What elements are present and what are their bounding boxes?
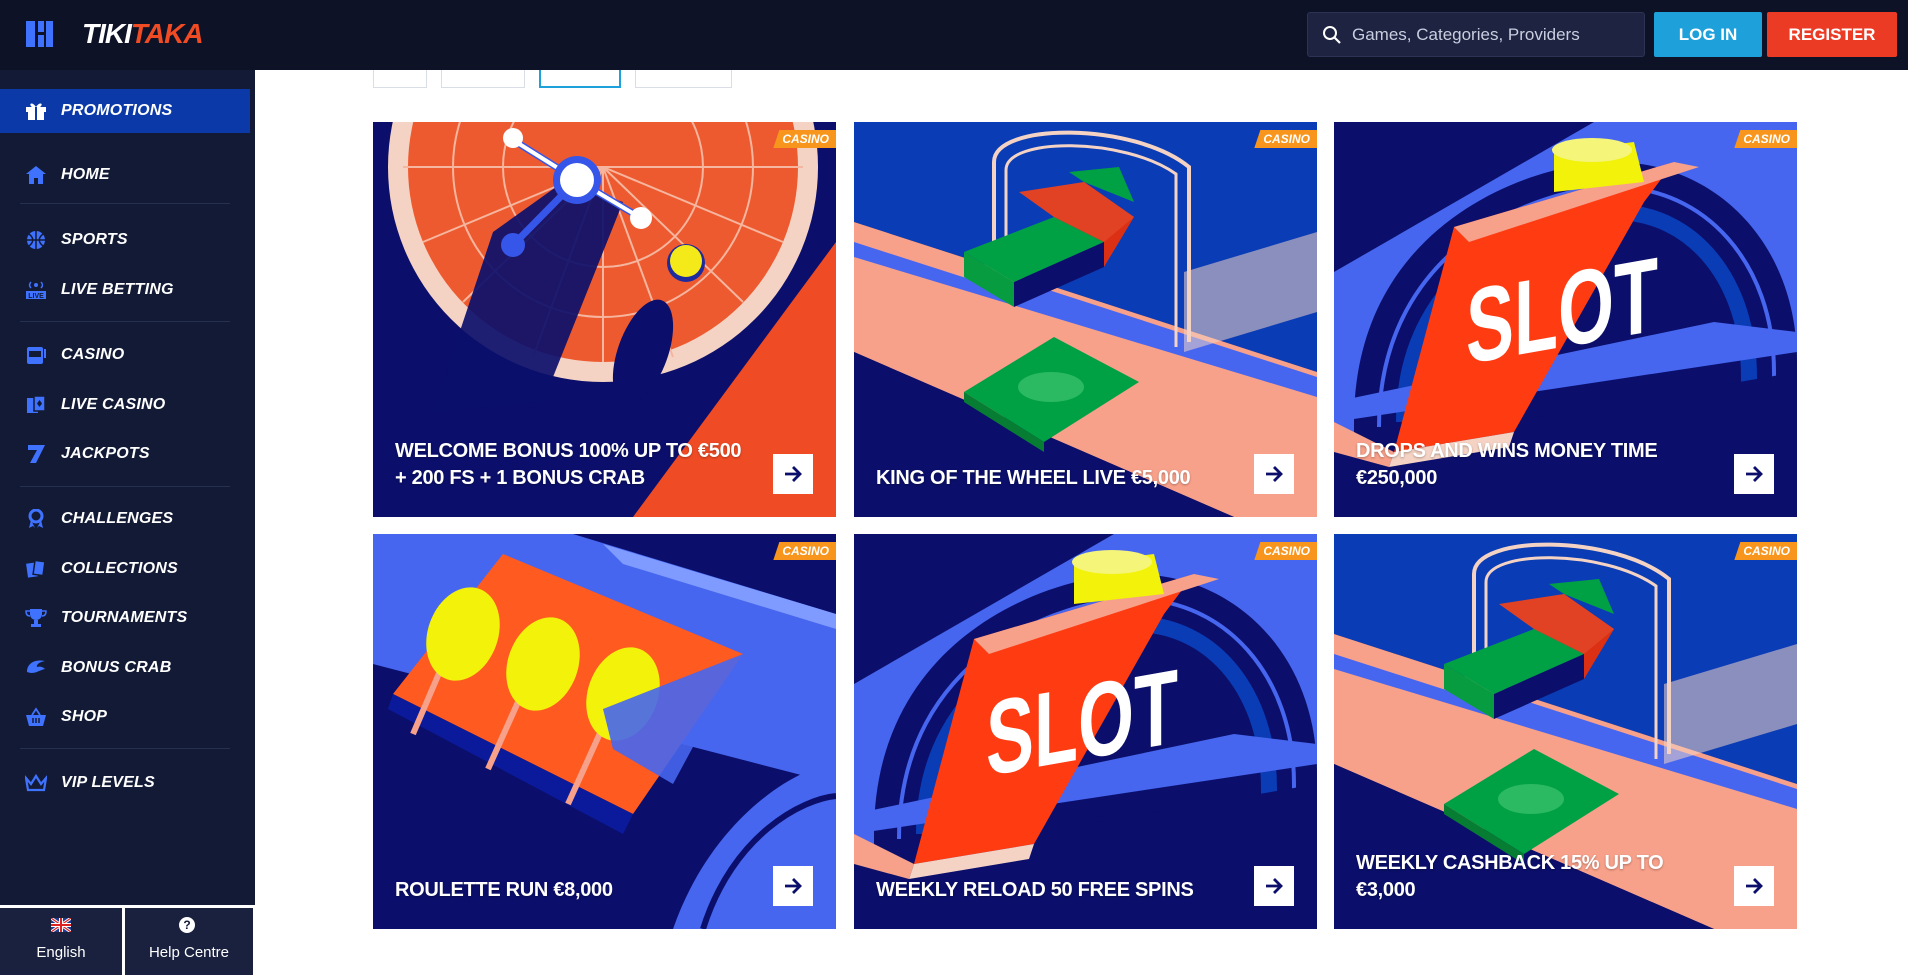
search-input[interactable] [1352,13,1637,56]
category-badge: CASINO [773,542,836,560]
basket-icon [26,707,46,726]
sidebar-item-label: VIP LEVELS [61,774,155,791]
sidebar-divider [20,321,230,322]
promo-title: WEEKLY RELOAD 50 FREE SPINS [876,879,1194,901]
promo-title: ROULETTE RUN €8,000 [395,879,613,901]
crab-claw-icon [27,660,45,673]
crown-icon [25,773,47,792]
top-bar: TIKITAKA LOG IN REGISTER [0,0,1908,70]
seven-icon [28,445,45,463]
money-conveyor-illustration [854,122,1317,517]
arrow-right-icon [1746,878,1763,894]
category-badge: CASINO [1254,130,1317,148]
promo-arrow-button[interactable] [1254,454,1294,494]
sidebar-item-challenges[interactable]: CHALLENGES [0,497,250,541]
promo-title: KING OF THE WHEEL LIVE €5,000 [876,467,1191,489]
trophy-icon [25,609,47,627]
arrow-right-icon [1266,878,1283,894]
sidebar-item-live-betting[interactable]: LIVE LIVE BETTING [0,268,250,312]
help-centre-button[interactable]: ? Help Centre [125,908,253,975]
sidebar-item-collections[interactable]: COLLECTIONS [0,547,250,591]
brand-logo-part2: TAKA [130,18,204,49]
promo-title: WEEKLY CASHBACK 15% UP TO €3,000 [1356,852,1664,901]
arrow-right-icon [1746,466,1763,482]
language-selector[interactable]: English [0,908,122,975]
register-button[interactable]: REGISTER [1767,12,1897,57]
gift-icon [26,103,46,120]
menu-toggle-icon[interactable] [26,21,56,47]
uk-flag-icon [51,918,71,932]
filter-tab[interactable] [635,70,732,88]
svg-text:LIVE: LIVE [28,293,44,300]
promo-card[interactable]: CASINO ROULETTE RUN €8,000 [373,534,836,929]
promo-arrow-button[interactable] [773,454,813,494]
sidebar-item-tournaments[interactable]: TOURNAMENTS [0,596,250,640]
brand-logo[interactable]: TIKITAKA [82,18,204,50]
home-icon [26,166,46,184]
sidebar-item-shop[interactable]: SHOP [0,695,250,739]
filter-tab[interactable] [373,70,427,88]
sidebar-divider [20,748,230,749]
arrow-right-icon [1266,466,1283,482]
sidebar-item-label: JACKPOTS [61,445,150,462]
promo-arrow-button[interactable] [1254,866,1294,906]
language-label: English [36,944,86,961]
sidebar-item-sports[interactable]: SPORTS [0,218,250,262]
promo-card[interactable]: SLOT CASINO DROPS AND WINS MONEY TIME €2… [1334,122,1797,517]
promo-card[interactable]: SLOT CASINO WEEKLY RELOAD 50 FREE SPINS [854,534,1317,929]
sidebar-item-casino[interactable]: CASINO [0,333,250,377]
promo-arrow-button[interactable] [773,866,813,906]
arrow-right-icon [785,878,802,894]
filter-tab[interactable] [441,70,525,88]
category-badge: CASINO [773,130,836,148]
brand-logo-part1: TIKI [82,18,132,49]
sidebar-item-label: SHOP [61,708,108,725]
promo-arrow-button[interactable] [1734,866,1774,906]
sidebar-item-bonus-crab[interactable]: BONUS CRAB [0,646,250,690]
promo-arrow-button[interactable] [1734,454,1774,494]
sidebar-item-label: TOURNAMENTS [61,609,188,626]
category-badge: CASINO [1254,542,1317,560]
sidebar-item-label: BONUS CRAB [61,659,172,676]
sidebar-item-label: PROMOTIONS [61,102,173,119]
sidebar-item-label: HOME [61,166,110,183]
filter-tab-selected[interactable] [539,70,621,88]
sidebar-item-label: LIVE CASINO [61,396,166,413]
promo-title: DROPS AND WINS MONEY TIME €250,000 [1356,440,1658,489]
live-icon: LIVE [26,281,46,300]
help-centre-label: Help Centre [148,944,230,961]
sidebar-item-jackpots[interactable]: JACKPOTS [0,432,250,476]
cards-icon [27,395,46,413]
category-badge: CASINO [1734,130,1797,148]
search-box[interactable] [1307,12,1645,57]
arrow-right-icon [785,466,802,482]
sidebar: PROMOTIONS HOME SPORTS LIVE LIVE BETTING… [0,70,255,975]
sidebar-item-label: LIVE BETTING [61,281,174,298]
lemon-reels-illustration [373,534,836,929]
sidebar-item-live-casino[interactable]: LIVE CASINO [0,383,250,427]
search-icon [1323,26,1341,44]
promo-card[interactable]: CASINO WELCOME BONUS 100% UP TO €500 + 2… [373,122,836,517]
sidebar-footer: English ? Help Centre [0,908,253,975]
promo-card[interactable]: CASINO WEEKLY CASHBACK 15% UP TO €3,000 [1334,534,1797,929]
sidebar-divider [20,203,230,204]
basketball-icon [27,231,45,249]
slot-arch-illustration: SLOT [854,534,1317,929]
sidebar-item-label: SPORTS [61,231,128,248]
promo-card[interactable]: CASINO KING OF THE WHEEL LIVE €5,000 [854,122,1317,517]
login-button[interactable]: LOG IN [1654,12,1762,57]
sidebar-item-vip-levels[interactable]: VIP LEVELS [0,761,250,805]
sidebar-item-label: CHALLENGES [61,510,174,527]
sidebar-item-home[interactable]: HOME [0,153,250,197]
collection-cards-icon [26,559,46,578]
sidebar-item-label: COLLECTIONS [61,560,178,577]
sidebar-divider [20,486,230,487]
promo-title: WELCOME BONUS 100% UP TO €500 + 200 FS +… [395,440,742,489]
category-badge: CASINO [1734,542,1797,560]
sidebar-item-label: CASINO [61,346,125,363]
medal-icon [28,509,44,528]
help-icon: ? [179,917,195,933]
sidebar-item-promotions[interactable]: PROMOTIONS [0,89,250,133]
slot-machine-icon [27,347,46,364]
